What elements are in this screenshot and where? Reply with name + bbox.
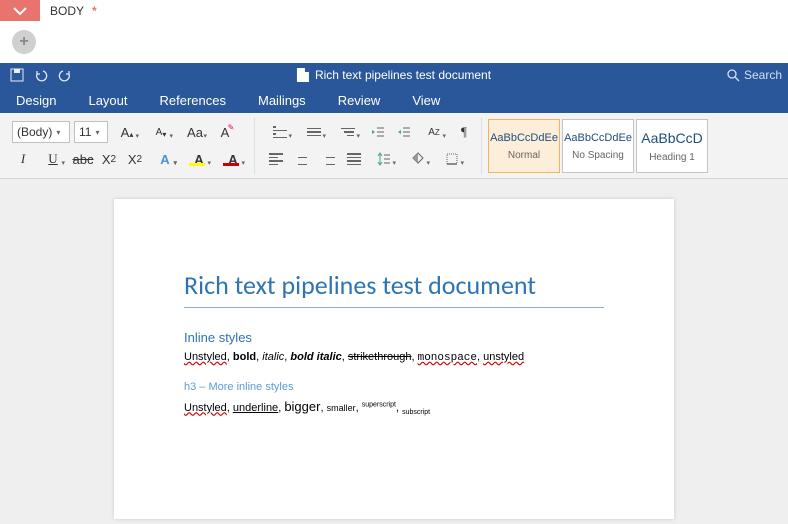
grow-font-button[interactable]: A▴: [112, 121, 142, 143]
style-normal[interactable]: AaBbCcDdEe Normal: [488, 119, 560, 173]
doc-line-1[interactable]: Unstyled, bold, italic, bold italic, str…: [184, 349, 604, 367]
tab-mailings[interactable]: Mailings: [242, 87, 322, 113]
justify-button[interactable]: [343, 148, 365, 170]
shrink-font-button[interactable]: A▾: [146, 121, 176, 143]
italic-button[interactable]: I: [12, 148, 34, 170]
doc-line-2[interactable]: Unstyled, underline, bigger, smaller, su…: [184, 397, 604, 419]
ribbon-tabs: Design Layout References Mailings Review…: [0, 87, 788, 113]
tab-references[interactable]: References: [144, 87, 242, 113]
font-group: (Body)▾ 11▾ A▴ A▾ Aa A✎ I U abc X2 X2 A …: [6, 117, 255, 174]
tab-layout[interactable]: Layout: [72, 87, 143, 113]
add-block-button[interactable]: +: [12, 30, 36, 54]
style-heading-1[interactable]: AaBbCcD Heading 1: [636, 119, 708, 173]
document-title-wrap: Rich text pipelines test document: [297, 68, 491, 82]
change-case-button[interactable]: Aa: [180, 121, 210, 143]
shading-button[interactable]: [403, 148, 433, 170]
borders-button[interactable]: [437, 148, 467, 170]
font-name-combo[interactable]: (Body)▾: [12, 121, 70, 143]
style-no-spacing[interactable]: AaBbCcDdEe No Spacing: [562, 119, 634, 173]
word-doc-icon: [297, 68, 309, 82]
unsaved-indicator: *: [92, 4, 97, 18]
highlight-button[interactable]: A: [184, 148, 214, 170]
undo-icon[interactable]: [34, 68, 48, 82]
superscript-button[interactable]: X2: [124, 148, 146, 170]
ribbon: (Body)▾ 11▾ A▴ A▾ Aa A✎ I U abc X2 X2 A …: [0, 113, 788, 179]
tab-view[interactable]: View: [396, 87, 456, 113]
show-marks-button[interactable]: ¶: [453, 121, 475, 143]
search-placeholder: Search: [744, 68, 782, 82]
search-wrap[interactable]: Search: [726, 68, 782, 82]
app-titlebar: Rich text pipelines test document Search: [0, 63, 788, 87]
align-right-button[interactable]: [317, 148, 339, 170]
save-icon[interactable]: [10, 68, 24, 82]
font-color-button[interactable]: A: [218, 148, 248, 170]
editor-top-strip: BODY *: [0, 0, 788, 21]
clear-formatting-button[interactable]: A✎: [214, 121, 236, 143]
align-center-button[interactable]: [291, 148, 313, 170]
block-label: BODY: [50, 4, 84, 18]
document-canvas[interactable]: Rich text pipelines test document Inline…: [0, 179, 788, 524]
add-block-row: +: [0, 21, 788, 63]
text-effects-button[interactable]: A: [150, 148, 180, 170]
bullets-button[interactable]: [265, 121, 295, 143]
subscript-button[interactable]: X2: [98, 148, 120, 170]
line-spacing-button[interactable]: [369, 148, 399, 170]
doc-h2[interactable]: Inline styles: [184, 330, 604, 345]
redo-icon[interactable]: [58, 68, 72, 82]
search-icon: [726, 68, 740, 82]
collapse-chevron[interactable]: [0, 0, 40, 21]
sort-button[interactable]: AZ: [419, 121, 449, 143]
font-size-combo[interactable]: 11▾: [74, 121, 108, 143]
styles-gallery: AaBbCcDdEe Normal AaBbCcDdEe No Spacing …: [486, 117, 710, 174]
tab-design[interactable]: Design: [0, 87, 72, 113]
tab-review[interactable]: Review: [322, 87, 397, 113]
decrease-indent-button[interactable]: [367, 121, 389, 143]
strikethrough-button[interactable]: abc: [72, 148, 94, 170]
multilevel-list-button[interactable]: [333, 121, 363, 143]
doc-title-heading[interactable]: Rich text pipelines test document: [184, 269, 604, 308]
document-page[interactable]: Rich text pipelines test document Inline…: [114, 199, 674, 519]
increase-indent-button[interactable]: [393, 121, 415, 143]
paragraph-group: AZ ¶: [259, 117, 482, 174]
doc-h3[interactable]: h3 – More inline styles: [184, 381, 604, 393]
underline-button[interactable]: U: [38, 148, 68, 170]
document-title: Rich text pipelines test document: [315, 68, 491, 82]
numbering-button[interactable]: [299, 121, 329, 143]
align-left-button[interactable]: [265, 148, 287, 170]
